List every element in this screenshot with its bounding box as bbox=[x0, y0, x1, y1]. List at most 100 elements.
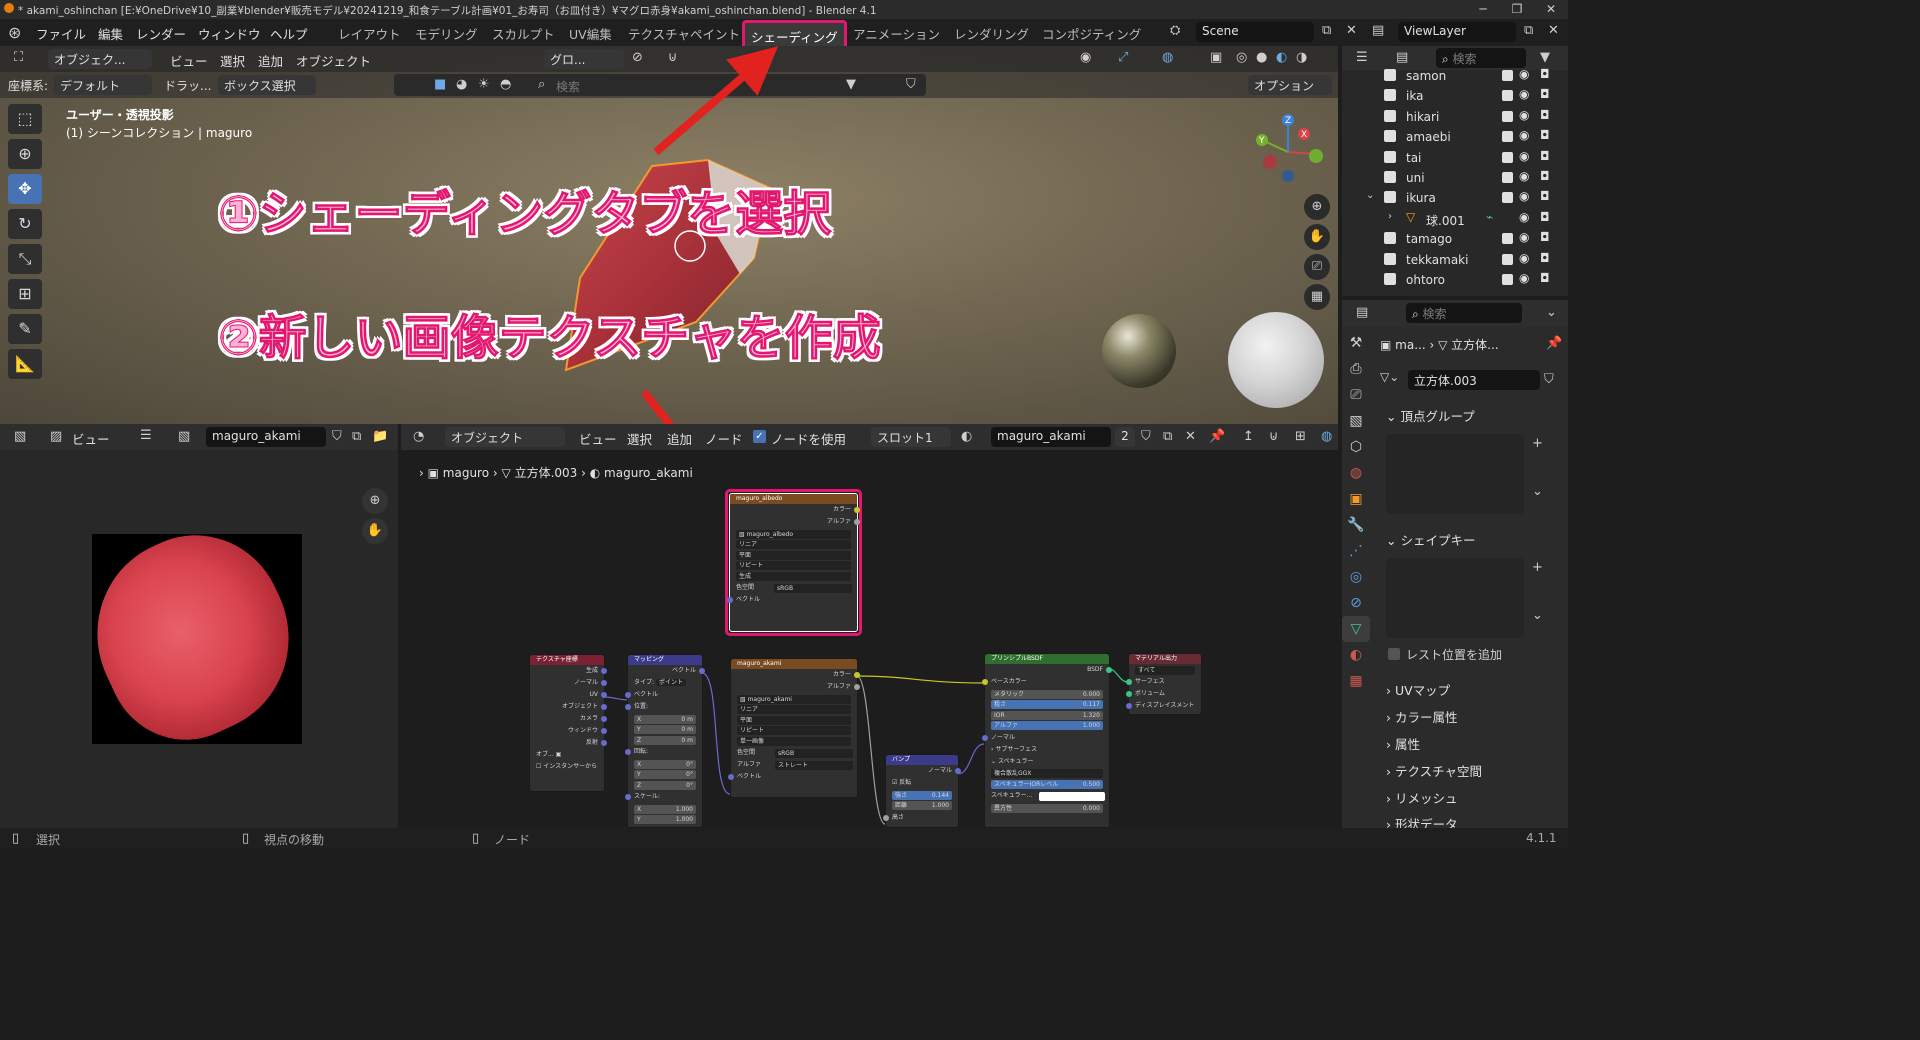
socket[interactable] bbox=[601, 716, 607, 722]
socket[interactable] bbox=[601, 704, 607, 710]
socket[interactable] bbox=[982, 734, 988, 741]
colorspace-value[interactable]: sRGB bbox=[775, 749, 853, 758]
panel-remesh[interactable]: › リメッシュ bbox=[1386, 788, 1458, 807]
checkbox-icon[interactable] bbox=[1502, 131, 1513, 143]
checkbox-icon[interactable] bbox=[1502, 151, 1513, 163]
node-image-selector[interactable]: ▧ maguro_albedo bbox=[736, 529, 851, 539]
texture-tab-icon[interactable]: ▦ bbox=[1342, 668, 1370, 694]
properties-editor-icon[interactable]: ▤ bbox=[1356, 305, 1368, 320]
outliner-item-samon[interactable]: samon ◉ ◘ bbox=[1342, 66, 1568, 86]
fake-user-shield-icon[interactable]: ⛉ bbox=[1544, 372, 1554, 387]
outliner-item-ohtoro[interactable]: ohtoro ◉ ◘ bbox=[1342, 270, 1568, 290]
image-menu-view[interactable]: ビュー bbox=[72, 429, 110, 448]
close-icon[interactable]: ✕ bbox=[1534, 0, 1568, 19]
eye-icon[interactable]: ◉ bbox=[1519, 87, 1529, 101]
delete-scene-icon[interactable]: ✕ bbox=[1346, 23, 1357, 38]
pan-hand-icon[interactable]: ✋ bbox=[362, 518, 388, 544]
eye-icon[interactable]: ◉ bbox=[1519, 108, 1529, 122]
colorspace-value[interactable]: sRGB bbox=[774, 584, 852, 593]
particles-tab-icon[interactable]: ⋰ bbox=[1342, 538, 1370, 564]
socket[interactable] bbox=[854, 507, 860, 513]
properties-editor[interactable]: ▤ ⌕ 検索 ⌄ ⚒ ⎙ ⎚ ▧ ⬡ ◍ ▣ 🔧 ⋰ ◎ ⊘ ▽ ◐ ▦ ▣ m… bbox=[1342, 300, 1568, 832]
vertex-group-list[interactable] bbox=[1386, 434, 1524, 514]
checkbox-icon[interactable] bbox=[1502, 273, 1513, 285]
vertex-group-menu-icon[interactable]: ⌄ bbox=[1532, 484, 1543, 499]
camera-icon[interactable]: ◘ bbox=[1540, 271, 1550, 285]
fake-user-shield-icon[interactable]: ⛉ bbox=[332, 429, 342, 444]
world-tab-icon[interactable]: ◍ bbox=[1342, 460, 1370, 486]
outliner-item-tamago[interactable]: tamago ◉ ◘ bbox=[1342, 229, 1568, 249]
tool-tab-icon[interactable]: ⚒ bbox=[1342, 330, 1370, 356]
eye-icon[interactable]: ◉ bbox=[1519, 149, 1529, 163]
socket[interactable] bbox=[1126, 691, 1132, 697]
eye-icon[interactable]: ◉ bbox=[1519, 169, 1529, 183]
material-tab-icon[interactable]: ◐ bbox=[1342, 642, 1370, 668]
bsdf-ior[interactable]: IOR 1.320 bbox=[991, 710, 1103, 720]
node-projection[interactable]: 平面 bbox=[737, 715, 851, 725]
outliner-editor-icon[interactable]: ☰ bbox=[1356, 50, 1368, 65]
socket[interactable] bbox=[699, 668, 705, 674]
location-x[interactable]: X0 m bbox=[634, 714, 696, 724]
checkbox-icon[interactable] bbox=[1502, 171, 1513, 183]
camera-icon[interactable]: ◘ bbox=[1540, 189, 1550, 203]
node-header[interactable]: バンプ bbox=[886, 755, 958, 765]
eye-icon[interactable]: ◉ bbox=[1519, 189, 1529, 203]
socket[interactable] bbox=[625, 794, 631, 800]
node-header[interactable]: テクスチャ座標 bbox=[530, 655, 604, 665]
mesh-data-tab-icon[interactable]: ▽ bbox=[1342, 616, 1370, 642]
node-material-output[interactable]: マテリアル出力 すべて サーフェス ボリューム ディスプレイスメント bbox=[1126, 653, 1202, 715]
new-image-icon[interactable]: ⧉ bbox=[352, 429, 361, 444]
node-invert-checkbox[interactable]: ☑ 反転 bbox=[886, 777, 958, 789]
node-source[interactable]: 単一画像 bbox=[737, 736, 851, 746]
alpha-value[interactable]: ストレート bbox=[775, 761, 853, 770]
specular-tint-swatch[interactable] bbox=[1039, 792, 1105, 801]
camera-icon[interactable]: ◘ bbox=[1540, 169, 1550, 183]
outliner-item-hikari[interactable]: hikari ◉ ◘ bbox=[1342, 107, 1568, 127]
node-extension[interactable]: リピート bbox=[737, 726, 851, 735]
bsdf-specular-tint[interactable]: スペキュラー... bbox=[985, 790, 1109, 802]
node-header[interactable]: maguro_albedo bbox=[730, 494, 857, 504]
node-bump[interactable]: バンプ ノーマル ☑ 反転 強さ 0.144 距離 1.000 高さ bbox=[883, 754, 961, 828]
node-subsurface-panel[interactable]: › サブサーフェス bbox=[985, 744, 1109, 756]
outliner-item-ikura[interactable]: ⌄ ikura ◉ ◘ bbox=[1342, 188, 1568, 208]
camera-icon[interactable]: ◘ bbox=[1540, 128, 1550, 142]
eye-icon[interactable]: ◉ bbox=[1519, 251, 1529, 265]
outliner-item-tekkamaki[interactable]: tekkamaki ◉ ◘ bbox=[1342, 250, 1568, 270]
panel-color-attributes[interactable]: › カラー属性 bbox=[1386, 707, 1458, 726]
socket[interactable] bbox=[625, 704, 631, 710]
checkbox-icon[interactable] bbox=[1502, 70, 1513, 81]
node-extension[interactable]: リピート bbox=[736, 561, 851, 570]
delete-view-layer-icon[interactable]: ✕ bbox=[1548, 23, 1559, 38]
node-editor[interactable]: ◔ オブジェクト ビュー 選択 追加 ノード ✓ ノードを使用 スロット1 ◐ … bbox=[401, 424, 1338, 828]
new-view-layer-icon[interactable]: ⧉ bbox=[1524, 23, 1533, 38]
socket[interactable] bbox=[1126, 703, 1132, 709]
bsdf-roughness[interactable]: 粗さ 0.117 bbox=[991, 700, 1103, 709]
location-z[interactable]: Z0 m bbox=[634, 735, 696, 745]
socket[interactable] bbox=[955, 768, 961, 774]
minimize-icon[interactable]: ─ bbox=[1466, 0, 1500, 19]
display-mode-icon[interactable]: ▤ bbox=[1396, 50, 1408, 65]
node-image-selector[interactable]: ▧ maguro_akami bbox=[737, 694, 851, 704]
socket[interactable] bbox=[728, 774, 734, 780]
physics-tab-icon[interactable]: ◎ bbox=[1342, 564, 1370, 590]
bsdf-anisotropic[interactable]: 異方性 0.000 bbox=[991, 803, 1103, 813]
node-source[interactable]: 生成 bbox=[736, 571, 851, 581]
eye-icon[interactable]: ◉ bbox=[1519, 210, 1529, 224]
socket[interactable] bbox=[854, 672, 860, 678]
panel-attributes[interactable]: › 属性 bbox=[1386, 734, 1420, 753]
outliner-filter-icon[interactable]: ▼ bbox=[1540, 50, 1550, 65]
socket[interactable] bbox=[625, 749, 631, 755]
rest-position-checkbox[interactable] bbox=[1388, 648, 1400, 660]
chevron-down-icon[interactable]: ⌄ bbox=[1366, 190, 1374, 201]
chevron-right-icon[interactable]: › bbox=[1388, 211, 1392, 222]
eye-icon[interactable]: ◉ bbox=[1519, 128, 1529, 142]
socket[interactable] bbox=[601, 740, 607, 746]
image-view-icon[interactable]: ▨ bbox=[50, 429, 62, 444]
panel-texture-space[interactable]: › テクスチャ空間 bbox=[1386, 761, 1482, 780]
mesh-name-field[interactable]: 立方体.003 bbox=[1408, 370, 1540, 390]
node-object-field[interactable]: オブ... ▣ bbox=[530, 749, 604, 761]
socket[interactable] bbox=[854, 519, 860, 525]
outliner-item-uni[interactable]: uni ◉ ◘ bbox=[1342, 168, 1568, 188]
camera-icon[interactable]: ◘ bbox=[1540, 67, 1550, 81]
bump-strength[interactable]: 強さ 0.144 bbox=[892, 790, 952, 800]
